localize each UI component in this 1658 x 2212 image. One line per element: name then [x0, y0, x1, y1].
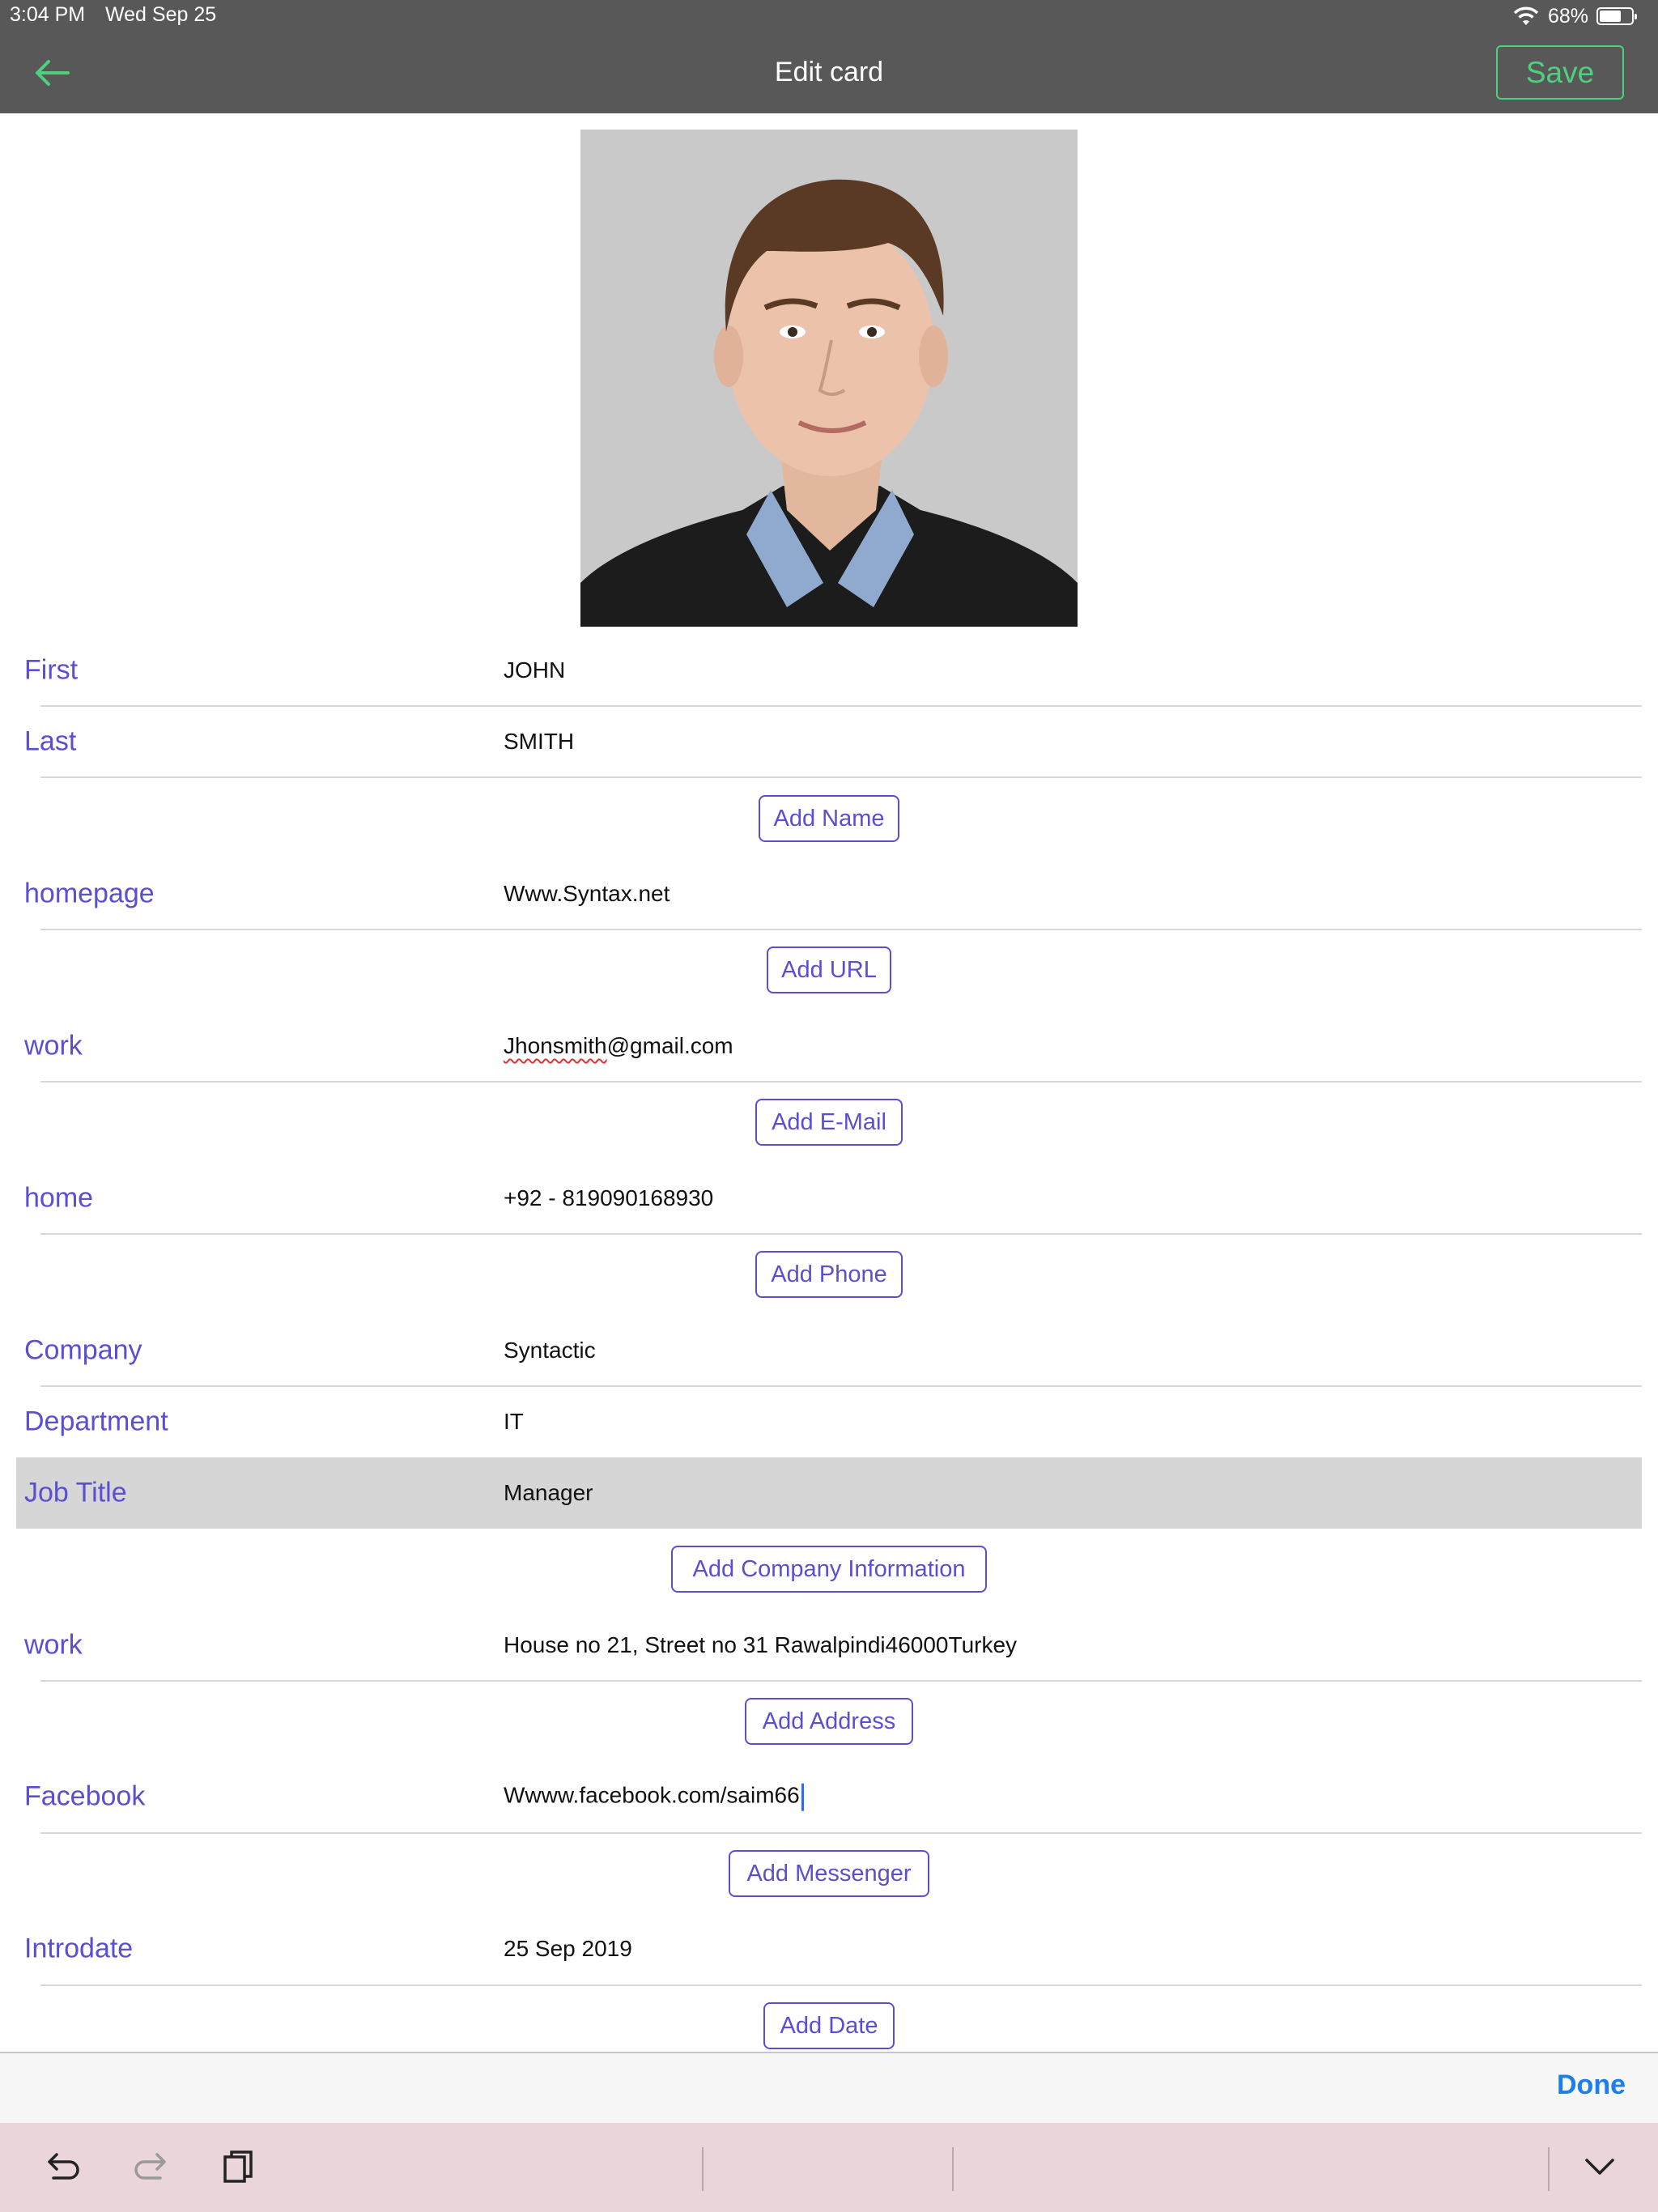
page-title: Edit card — [774, 57, 884, 87]
battery-percent: 68% — [1547, 4, 1588, 28]
add-address-button[interactable]: Add Address — [745, 1698, 913, 1745]
last-name-field[interactable]: SMITH — [504, 729, 574, 755]
field-label: Department — [24, 1406, 168, 1437]
divider — [702, 2147, 704, 2191]
date-field[interactable]: 25 Sep 2019 — [504, 1936, 632, 1962]
first-name-field[interactable]: JOHN — [504, 657, 565, 683]
field-row-last[interactable]: Last SMITH — [16, 706, 1642, 777]
save-button[interactable]: Save — [1496, 45, 1624, 100]
divider — [40, 1680, 1642, 1682]
field-row-department[interactable]: Department IT — [16, 1386, 1642, 1457]
field-label: work — [24, 1030, 83, 1061]
divider — [40, 1984, 1642, 1986]
navigation-bar: 3:04 PM Wed Sep 25 68% Edit card Save — [0, 0, 1658, 113]
field-row-phone[interactable]: home +92 - 819090168930 — [16, 1163, 1642, 1234]
field-label: homepage — [24, 878, 155, 909]
messenger-value: Wwww.facebook.com/saim66 — [504, 1782, 800, 1808]
divider — [952, 2147, 954, 2191]
messenger-field[interactable]: Wwww.facebook.com/saim66 — [504, 1783, 804, 1811]
status-time: 3:04 PM — [10, 3, 86, 26]
field-label: Facebook — [24, 1780, 146, 1812]
field-row-messenger[interactable]: Facebook Wwww.facebook.com/saim66 — [16, 1761, 1642, 1832]
add-date-button[interactable]: Add Date — [763, 2002, 895, 2049]
undo-icon[interactable] — [42, 2146, 84, 2188]
wifi-icon — [1513, 6, 1539, 25]
misspelled-word: Jhonsmith — [504, 1033, 607, 1058]
field-row-date[interactable]: Introdate 25 Sep 2019 — [16, 1913, 1642, 1984]
add-company-information-button[interactable]: Add Company Information — [671, 1546, 987, 1593]
divider — [40, 1832, 1642, 1834]
field-row-company[interactable]: Company Syntactic — [16, 1315, 1642, 1386]
battery-icon — [1596, 7, 1637, 25]
redo-icon[interactable] — [130, 2146, 172, 2188]
chevron-down-icon[interactable] — [1579, 2146, 1621, 2188]
divider — [40, 776, 1642, 778]
person-portrait-icon — [580, 130, 1078, 627]
field-row-address[interactable]: work House no 21, Street no 31 Rawalpind… — [16, 1610, 1642, 1681]
text-cursor — [801, 1783, 804, 1811]
divider — [1548, 2147, 1550, 2191]
field-row-first[interactable]: First JOHN — [16, 635, 1642, 706]
field-label: Company — [24, 1334, 142, 1366]
field-row-email[interactable]: work Jhonsmith@gmail.com — [16, 1010, 1642, 1082]
done-button[interactable]: Done — [1557, 2069, 1626, 2101]
job-title-field[interactable]: Manager — [504, 1480, 593, 1506]
field-label: home — [24, 1182, 94, 1214]
add-email-button[interactable]: Add E-Mail — [755, 1099, 903, 1146]
paste-icon[interactable] — [217, 2146, 259, 2188]
keyboard-accessory-bar: Done — [0, 2052, 1658, 2123]
field-row-job-title[interactable]: Job Title Manager — [16, 1457, 1642, 1529]
field-label: Job Title — [24, 1477, 127, 1508]
divider — [40, 929, 1642, 930]
homepage-field[interactable]: Www.Syntax.net — [504, 881, 670, 907]
add-messenger-button[interactable]: Add Messenger — [729, 1850, 929, 1897]
status-date: Wed Sep 25 — [105, 3, 217, 26]
email-field[interactable]: Jhonsmith@gmail.com — [504, 1033, 733, 1059]
department-field[interactable]: IT — [504, 1409, 524, 1435]
add-name-button[interactable]: Add Name — [759, 795, 899, 842]
add-phone-button[interactable]: Add Phone — [755, 1251, 903, 1298]
field-label: First — [24, 654, 79, 686]
field-row-homepage[interactable]: homepage Www.Syntax.net — [16, 858, 1642, 929]
keyboard-shortcut-bar — [0, 2123, 1658, 2212]
company-field[interactable]: Syntactic — [504, 1338, 596, 1363]
address-field[interactable]: House no 21, Street no 31 Rawalpindi4600… — [504, 1632, 1017, 1658]
email-domain: @gmail.com — [606, 1033, 733, 1058]
divider — [40, 1233, 1642, 1235]
status-indicators: 68% — [1512, 3, 1637, 29]
profile-photo[interactable] — [580, 130, 1078, 627]
phone-field[interactable]: +92 - 819090168930 — [504, 1185, 713, 1211]
field-label: Introdate — [24, 1933, 134, 1964]
add-url-button[interactable]: Add URL — [767, 946, 891, 993]
status-bar: 3:04 PM Wed Sep 25 68% — [0, 0, 1658, 32]
field-label: Last — [24, 725, 77, 757]
divider — [40, 1081, 1642, 1083]
field-label: work — [24, 1629, 83, 1661]
